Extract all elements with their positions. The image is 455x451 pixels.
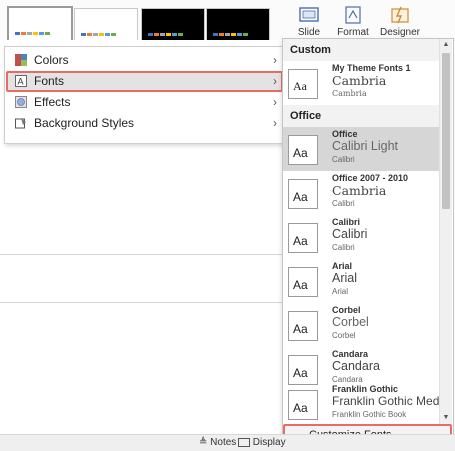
menu-item-label: Effects xyxy=(34,95,71,109)
font-item-office-2007-2010[interactable]: Aa Office 2007 - 2010 Cambria Calibri xyxy=(283,171,440,215)
font-item-calibri[interactable]: Aa Calibri Calibri Calibri xyxy=(283,215,440,259)
font-item-name: Office xyxy=(332,129,358,139)
display-label: Display xyxy=(252,437,286,448)
font-item-body: Calibri xyxy=(332,199,355,208)
font-item-body: Cambria xyxy=(332,89,367,98)
menu-item-fonts[interactable]: A Fonts › xyxy=(6,71,283,92)
font-preview-icon: Aa xyxy=(288,267,318,297)
font-item-heading: Cambria xyxy=(332,183,387,198)
svg-text:A: A xyxy=(18,77,24,87)
scrollbar-thumb[interactable] xyxy=(442,53,450,209)
menu-item-background-styles[interactable]: Background Styles › xyxy=(6,113,283,134)
designer-label: Designer xyxy=(379,27,421,38)
font-preview-icon: Aa xyxy=(288,311,318,341)
notes-button[interactable]: ≜ Notes xyxy=(199,436,236,450)
font-item-franklin-gothic[interactable]: Aa Franklin Gothic Franklin Gothic Med F… xyxy=(283,382,440,424)
chevron-right-icon: › xyxy=(273,95,277,109)
notes-label: Notes xyxy=(210,437,237,448)
font-preview-icon: Aa xyxy=(288,390,318,420)
menu-item-effects[interactable]: Effects › xyxy=(6,92,283,113)
font-item-name: Arial xyxy=(332,261,353,271)
custom-section-header: Custom xyxy=(283,39,440,61)
font-item-name: Office 2007 - 2010 xyxy=(332,173,409,183)
menu-item-label: Fonts xyxy=(34,74,65,88)
display-settings-button[interactable]: Display xyxy=(238,436,286,450)
chevron-right-icon: › xyxy=(273,74,277,88)
menu-item-label: Colors xyxy=(34,53,69,67)
font-item-body: Franklin Gothic Book xyxy=(332,410,407,419)
notes-icon: ≜ xyxy=(199,437,208,448)
menu-item-colors[interactable]: Colors › xyxy=(6,50,283,71)
format-background-label: Format xyxy=(337,27,369,38)
font-item-my-theme-fonts-1[interactable]: Aa My Theme Fonts 1 Cambria Cambria xyxy=(283,61,440,105)
slide-size-icon xyxy=(299,7,319,22)
font-item-heading: Franklin Gothic Med xyxy=(332,394,440,408)
status-bar: ≜ Notes Display xyxy=(0,434,455,451)
slide-size-button[interactable]: Slide xyxy=(287,0,331,40)
font-item-heading: Candara xyxy=(332,359,380,373)
font-item-name: Candara xyxy=(332,349,369,359)
effects-icon xyxy=(15,96,27,108)
font-item-body: Corbel xyxy=(332,331,356,340)
designer-icon xyxy=(391,6,409,24)
font-item-heading: Cambria xyxy=(332,73,387,88)
font-item-body: Arial xyxy=(332,287,349,296)
menu-item-label: Background Styles xyxy=(34,116,135,130)
chevron-right-icon: › xyxy=(273,116,277,130)
scroll-down-icon[interactable]: ▼ xyxy=(440,412,452,424)
theme-thumbnail-3[interactable] xyxy=(141,8,205,44)
divider xyxy=(0,302,290,303)
font-item-office[interactable]: Aa Office Calibri Light Calibri xyxy=(283,127,440,171)
font-item-heading: Calibri xyxy=(332,227,368,241)
theme-thumbnail-2[interactable] xyxy=(74,8,138,44)
theme-thumbnail-4[interactable] xyxy=(206,8,270,44)
font-item-arial[interactable]: Aa Arial Arial Arial xyxy=(283,259,440,303)
font-item-body: Calibri xyxy=(332,155,355,164)
font-preview-icon: Aa xyxy=(288,135,318,165)
font-item-name: Franklin Gothic xyxy=(332,384,399,394)
theme-thumbnail-1[interactable] xyxy=(7,6,73,44)
fonts-icon: A xyxy=(15,75,27,87)
format-background-button[interactable]: Format xyxy=(331,0,375,40)
designer-button[interactable]: Designer xyxy=(378,0,422,40)
font-preview-icon: Aa xyxy=(288,223,318,253)
slide-size-label: Slide xyxy=(297,27,321,38)
font-item-body: Calibri xyxy=(332,243,355,252)
background-styles-icon xyxy=(15,118,26,129)
font-item-heading: Corbel xyxy=(332,315,369,329)
font-item-name: Calibri xyxy=(332,217,361,227)
variants-menu: Colors › A Fonts › Effects › Background … xyxy=(4,46,285,144)
scroll-up-icon[interactable]: ▲ xyxy=(440,39,452,51)
format-background-icon xyxy=(345,6,361,24)
display-icon xyxy=(238,437,250,447)
office-section-header: Office xyxy=(283,105,440,127)
font-preview-icon: Aa xyxy=(288,69,318,99)
colors-icon xyxy=(15,54,27,66)
font-item-corbel[interactable]: Aa Corbel Corbel Corbel xyxy=(283,303,440,347)
font-item-name: Corbel xyxy=(332,305,361,315)
fonts-gallery: Custom Aa My Theme Fonts 1 Cambria Cambr… xyxy=(282,38,454,448)
font-item-name: My Theme Fonts 1 xyxy=(332,63,411,73)
font-item-heading: Calibri Light xyxy=(332,139,399,153)
divider xyxy=(0,254,290,255)
fonts-scrollbar[interactable]: ▲ ▼ xyxy=(439,39,452,424)
chevron-right-icon: › xyxy=(273,53,277,67)
font-preview-icon: Aa xyxy=(288,355,318,385)
font-preview-icon: Aa xyxy=(288,179,318,209)
font-item-heading: Arial xyxy=(332,271,358,285)
